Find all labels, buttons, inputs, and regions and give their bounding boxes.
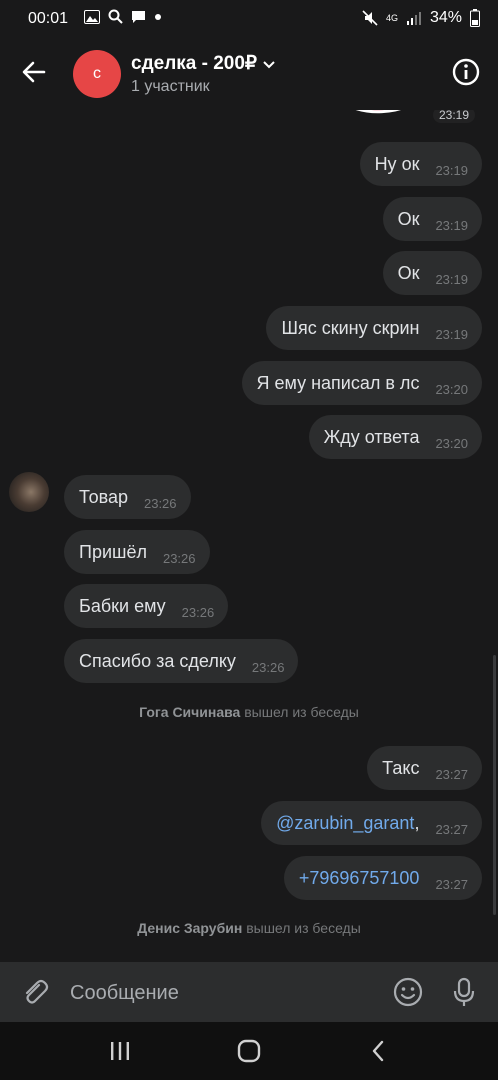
- message-bubble[interactable]: Ну ок 23:19: [359, 142, 482, 186]
- chat-title-text: сделка - 200₽: [131, 53, 258, 74]
- gallery-icon: [84, 9, 100, 24]
- scrollbar[interactable]: [493, 655, 496, 915]
- message-text: Пришёл: [79, 541, 147, 562]
- message-bubble[interactable]: Ок 23:19: [382, 197, 482, 241]
- message-time: 23:27: [435, 876, 468, 892]
- message-text: Спасибо за сделку: [79, 650, 236, 671]
- back-icon[interactable]: [364, 1036, 394, 1066]
- message-text: Шяс скину скрин: [281, 317, 420, 338]
- info-icon[interactable]: [450, 56, 482, 88]
- home-icon[interactable]: [234, 1036, 264, 1066]
- message-bubble[interactable]: Спасибо за сделку 23:26: [64, 639, 299, 683]
- message-text: Ок: [397, 262, 420, 283]
- message-text: Товар: [79, 486, 128, 507]
- chat-title[interactable]: сделка - 200₽: [131, 52, 275, 75]
- message-time: 23:26: [251, 659, 285, 675]
- system-message-user[interactable]: Гога Сичинава: [139, 704, 240, 720]
- emoji-icon[interactable]: [392, 976, 424, 1008]
- system-nav-bar: [0, 1022, 498, 1080]
- message-time: 23:19: [435, 326, 468, 342]
- message-bubble[interactable]: Шяс скину скрин 23:19: [266, 306, 482, 350]
- system-message: Денис Зарубин вышел из беседы: [0, 920, 498, 936]
- chat-icon: [131, 10, 146, 24]
- system-message-user[interactable]: Денис Зарубин: [137, 920, 242, 936]
- dot-icon: [154, 13, 162, 21]
- message-text: Ок: [397, 208, 420, 229]
- phone-link[interactable]: +79696757100: [299, 868, 420, 889]
- message-time: 23:26: [143, 495, 177, 511]
- message-text: Я ему написал в лс: [256, 372, 420, 393]
- message-bubble[interactable]: Товар 23:26: [64, 475, 191, 519]
- message-text: Жду ответа: [323, 426, 420, 447]
- message-bubble[interactable]: Я ему написал в лс 23:20: [241, 361, 482, 405]
- signal-icon: [406, 11, 422, 25]
- message-text: ,: [414, 812, 420, 833]
- message-bubble[interactable]: Ок 23:19: [382, 251, 482, 295]
- system-message: Гога Сичинава вышел из беседы: [0, 704, 498, 720]
- system-message-action: вышел из беседы: [244, 704, 359, 720]
- battery-icon: [470, 9, 480, 27]
- message-bubble[interactable]: +79696757100 23:27: [283, 856, 482, 900]
- message-composer: Сообщение: [0, 962, 498, 1022]
- message-time: 23:19: [435, 162, 468, 178]
- chevron-down-icon: [263, 56, 275, 72]
- back-arrow-icon[interactable]: [18, 56, 50, 88]
- recent-apps-icon[interactable]: [105, 1036, 135, 1066]
- message-time: 23:20: [435, 435, 468, 451]
- status-bar: 00:01 4G 34%: [0, 0, 498, 38]
- message-time: 23:19: [435, 271, 468, 287]
- battery-percent: 34%: [429, 9, 462, 26]
- message-time: 23:19: [433, 110, 476, 123]
- message-text: Бабки ему: [79, 595, 166, 616]
- message-text: Такс: [382, 757, 420, 778]
- message-time: 23:27: [435, 821, 468, 837]
- message-list[interactable]: 23:19 Ну ок 23:19 Ок 23:19 Ок 23:19 Шяс ски…: [0, 110, 498, 962]
- message-bubble[interactable]: Жду ответа 23:20: [308, 415, 482, 459]
- mention-link[interactable]: @zarubin_garant: [276, 813, 414, 834]
- message-input[interactable]: Сообщение: [70, 982, 179, 1005]
- chat-subtitle: 1 участник: [131, 78, 210, 95]
- status-time: 00:01: [28, 10, 69, 27]
- message-time: 23:19: [435, 217, 468, 233]
- chat-avatar-letter: с: [93, 65, 101, 82]
- message-time: 23:26: [181, 604, 215, 620]
- network-type: 4G: [385, 13, 398, 23]
- message-bubble[interactable]: Бабки ему 23:26: [64, 584, 229, 628]
- message-time: 23:26: [162, 550, 196, 566]
- chat-avatar[interactable]: с: [73, 50, 121, 98]
- message-bubble[interactable]: @zarubin_garant, 23:27: [261, 801, 482, 845]
- attach-icon[interactable]: [18, 976, 50, 1008]
- sender-avatar[interactable]: [9, 472, 49, 512]
- message-time: 23:20: [435, 381, 468, 397]
- mute-icon: [362, 10, 378, 26]
- search-icon: [108, 9, 123, 24]
- message-bubble[interactable]: Такс 23:27: [367, 746, 482, 790]
- microphone-icon[interactable]: [448, 976, 480, 1008]
- system-message-action: вышел из беседы: [246, 920, 361, 936]
- message-bubble[interactable]: Пришёл 23:26: [64, 530, 210, 574]
- message-time: 23:27: [435, 766, 468, 782]
- message-text: Ну ок: [374, 153, 420, 174]
- chat-header: с сделка - 200₽ 1 участник: [0, 38, 498, 110]
